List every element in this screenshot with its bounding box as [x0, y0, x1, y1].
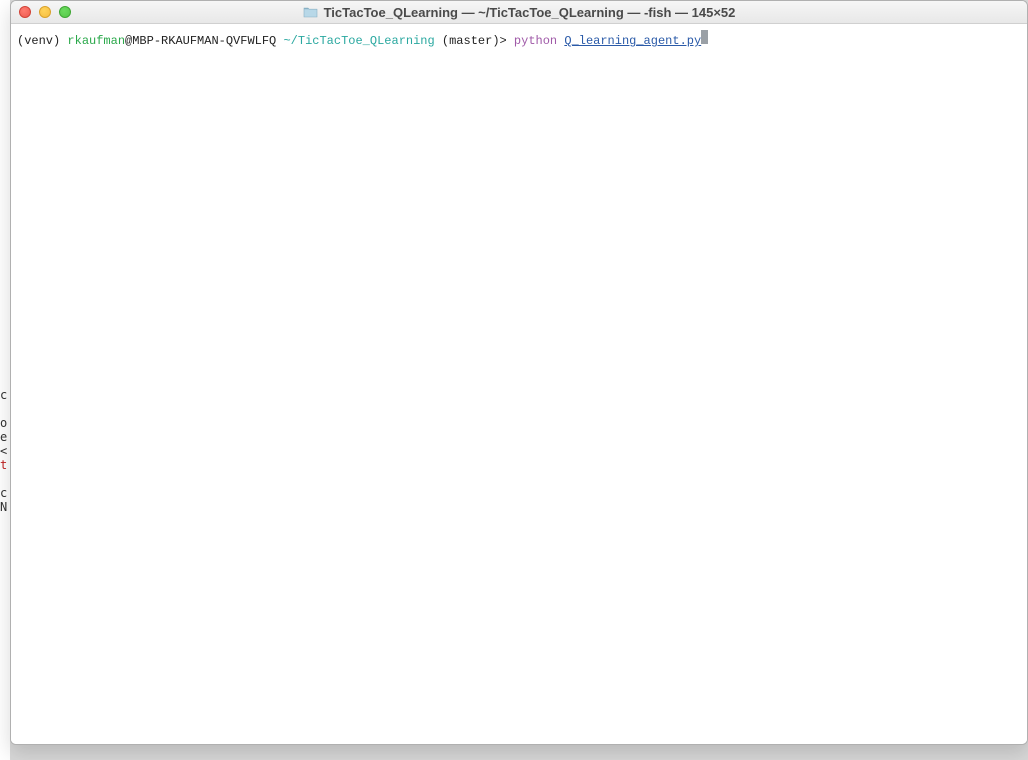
prompt-path: ~/TicTacToe_QLearning	[283, 33, 434, 49]
prompt-host: @MBP-RKAUFMAN-QVFWLFQ	[125, 33, 283, 49]
close-button[interactable]	[19, 6, 31, 18]
prompt-user: rkaufman	[67, 33, 125, 49]
folder-icon	[303, 6, 318, 18]
minimize-button[interactable]	[39, 6, 51, 18]
command-name: python	[514, 33, 564, 49]
prompt-branch: (master)>	[435, 33, 514, 49]
cursor-block	[701, 30, 708, 44]
remnant-line: N	[0, 500, 10, 514]
remnant-line: o	[0, 416, 10, 430]
window-title-area: TicTacToe_QLearning — ~/TicTacToe_QLearn…	[11, 5, 1027, 20]
remnant-line: t	[0, 458, 10, 472]
remnant-line: c	[0, 388, 10, 402]
command-arg: Q_learning_agent.py	[564, 33, 701, 49]
terminal-window: TicTacToe_QLearning — ~/TicTacToe_QLearn…	[10, 0, 1028, 745]
maximize-button[interactable]	[59, 6, 71, 18]
remnant-line: <	[0, 444, 10, 458]
venv-indicator: (venv)	[17, 33, 67, 49]
remnant-line: e	[0, 430, 10, 444]
window-title: TicTacToe_QLearning — ~/TicTacToe_QLearn…	[324, 5, 736, 20]
terminal-body[interactable]: (venv) rkaufman @MBP-RKAUFMAN-QVFWLFQ ~/…	[11, 24, 1027, 744]
background-window-remnant: c o e < t c N	[0, 0, 10, 760]
window-controls	[19, 6, 71, 18]
remnant-line: c	[0, 486, 10, 500]
window-titlebar[interactable]: TicTacToe_QLearning — ~/TicTacToe_QLearn…	[11, 1, 1027, 24]
prompt-line[interactable]: (venv) rkaufman @MBP-RKAUFMAN-QVFWLFQ ~/…	[17, 30, 1021, 49]
